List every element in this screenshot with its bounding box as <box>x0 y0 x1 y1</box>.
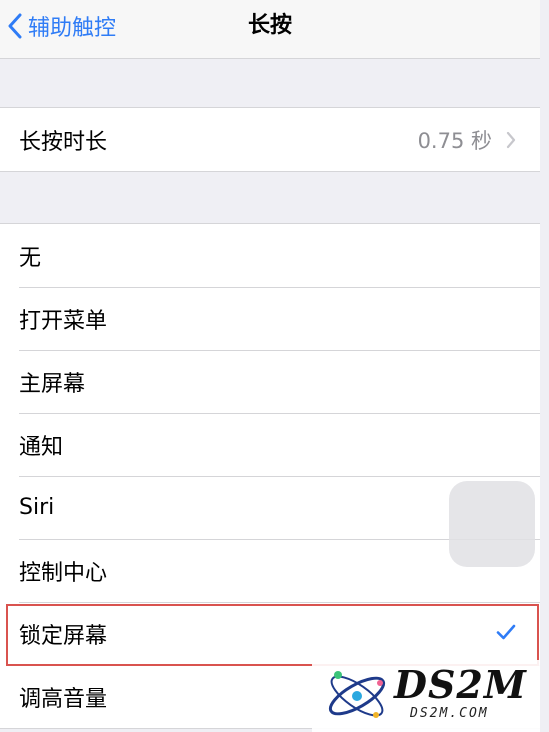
action-label: 通知 <box>19 434 64 460</box>
action-item-home[interactable]: 主屏幕 <box>0 350 540 413</box>
action-item-open-menu[interactable]: 打开菜单 <box>0 287 540 350</box>
action-item-lock-screen[interactable]: 锁定屏幕 <box>0 602 540 665</box>
action-label: Siri <box>19 495 55 520</box>
action-label: 控制中心 <box>19 560 108 586</box>
watermark-title: DS2M <box>394 662 527 707</box>
duration-detail: 0.75 秒 <box>418 108 516 171</box>
action-item-none[interactable]: 无 <box>0 224 540 287</box>
duration-group: 长按时长 0.75 秒 <box>0 107 540 172</box>
duration-value: 0.75 秒 <box>417 128 492 153</box>
navigation-bar: 辅助触控 长按 <box>0 0 540 59</box>
action-label: 无 <box>19 245 42 271</box>
atom-logo-icon <box>328 671 386 718</box>
section-spacer <box>0 59 540 107</box>
action-label: 调高音量 <box>19 686 108 712</box>
assistive-touch-button[interactable] <box>449 481 535 567</box>
duration-label: 长按时长 <box>19 129 108 155</box>
action-label: 打开菜单 <box>19 308 108 334</box>
action-label: 主屏幕 <box>19 371 86 397</box>
action-list: 无 打开菜单 主屏幕 通知 Siri 控制中心 锁定屏幕 调高音量 <box>0 223 540 729</box>
duration-row[interactable]: 长按时长 0.75 秒 <box>0 108 540 171</box>
action-label: 锁定屏幕 <box>19 623 108 649</box>
chevron-right-icon <box>506 131 516 148</box>
watermark: DS2M DS2M.COM <box>312 660 540 732</box>
page-title: 长按 <box>247 13 292 38</box>
checkmark-icon <box>496 624 516 640</box>
action-item-notifications[interactable]: 通知 <box>0 413 540 476</box>
watermark-subtitle: DS2M.COM <box>410 706 489 721</box>
